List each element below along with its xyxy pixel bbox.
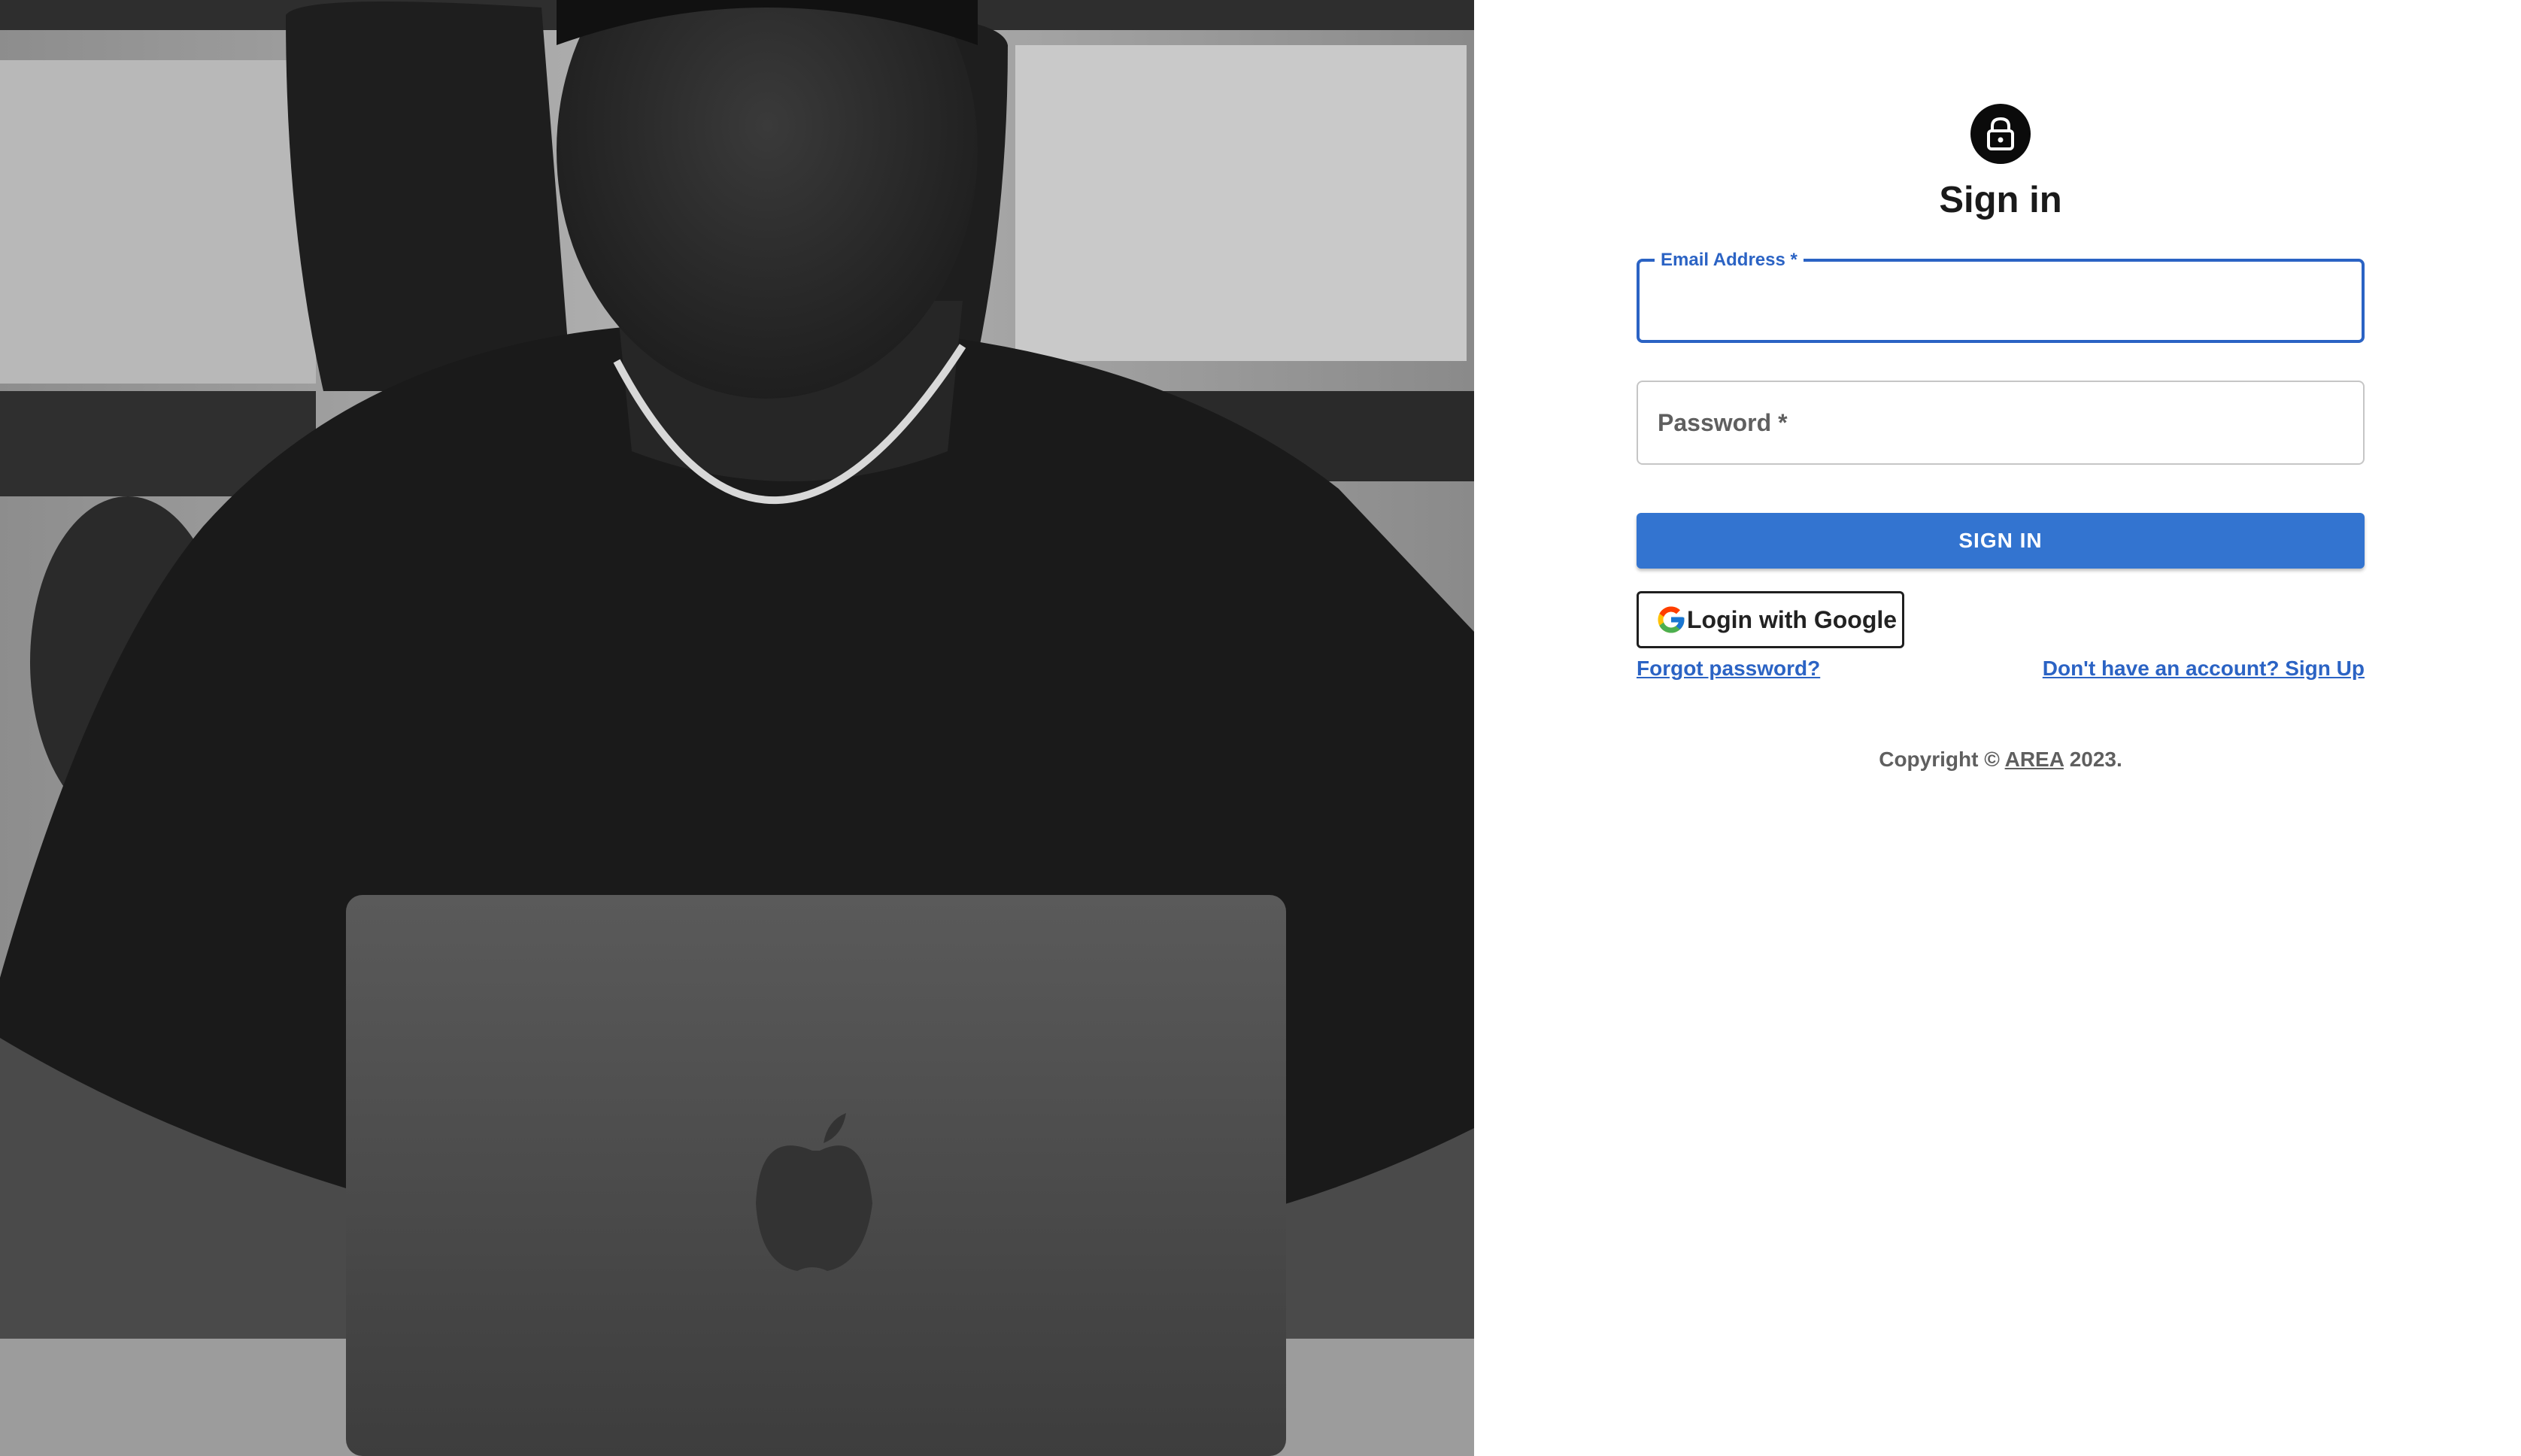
email-input[interactable]: [1640, 262, 2362, 340]
sign-in-page: Sign in Email Address * Password * SIGN …: [0, 0, 2521, 1456]
page-title: Sign in: [1939, 180, 2062, 220]
sign-up-link[interactable]: Don't have an account? Sign Up: [2043, 654, 2365, 683]
copyright-footer: Copyright © AREA 2023.: [1637, 745, 2365, 775]
google-login-label: Login with Google: [1687, 605, 1898, 633]
lock-icon: [1987, 117, 2014, 150]
copyright-prefix: Copyright ©: [1879, 748, 2000, 771]
lock-avatar: [1970, 104, 2031, 164]
password-input[interactable]: [1638, 382, 2363, 463]
sign-in-panel: Sign in Email Address * Password * SIGN …: [1474, 0, 2521, 1456]
sign-in-button[interactable]: SIGN IN: [1637, 513, 2365, 569]
google-icon: [1658, 606, 1685, 633]
google-login-button[interactable]: Login with Google: [1637, 591, 1904, 648]
email-field[interactable]: Email Address *: [1637, 248, 2365, 343]
password-field[interactable]: Password *: [1637, 381, 2365, 465]
brand-link[interactable]: AREA: [2005, 748, 2064, 771]
person-with-laptop-photo: [0, 0, 1474, 1456]
forgot-password-link[interactable]: Forgot password?: [1637, 654, 1820, 683]
hero-photo: [0, 0, 1474, 1456]
copyright-year: 2023.: [2069, 748, 2122, 771]
